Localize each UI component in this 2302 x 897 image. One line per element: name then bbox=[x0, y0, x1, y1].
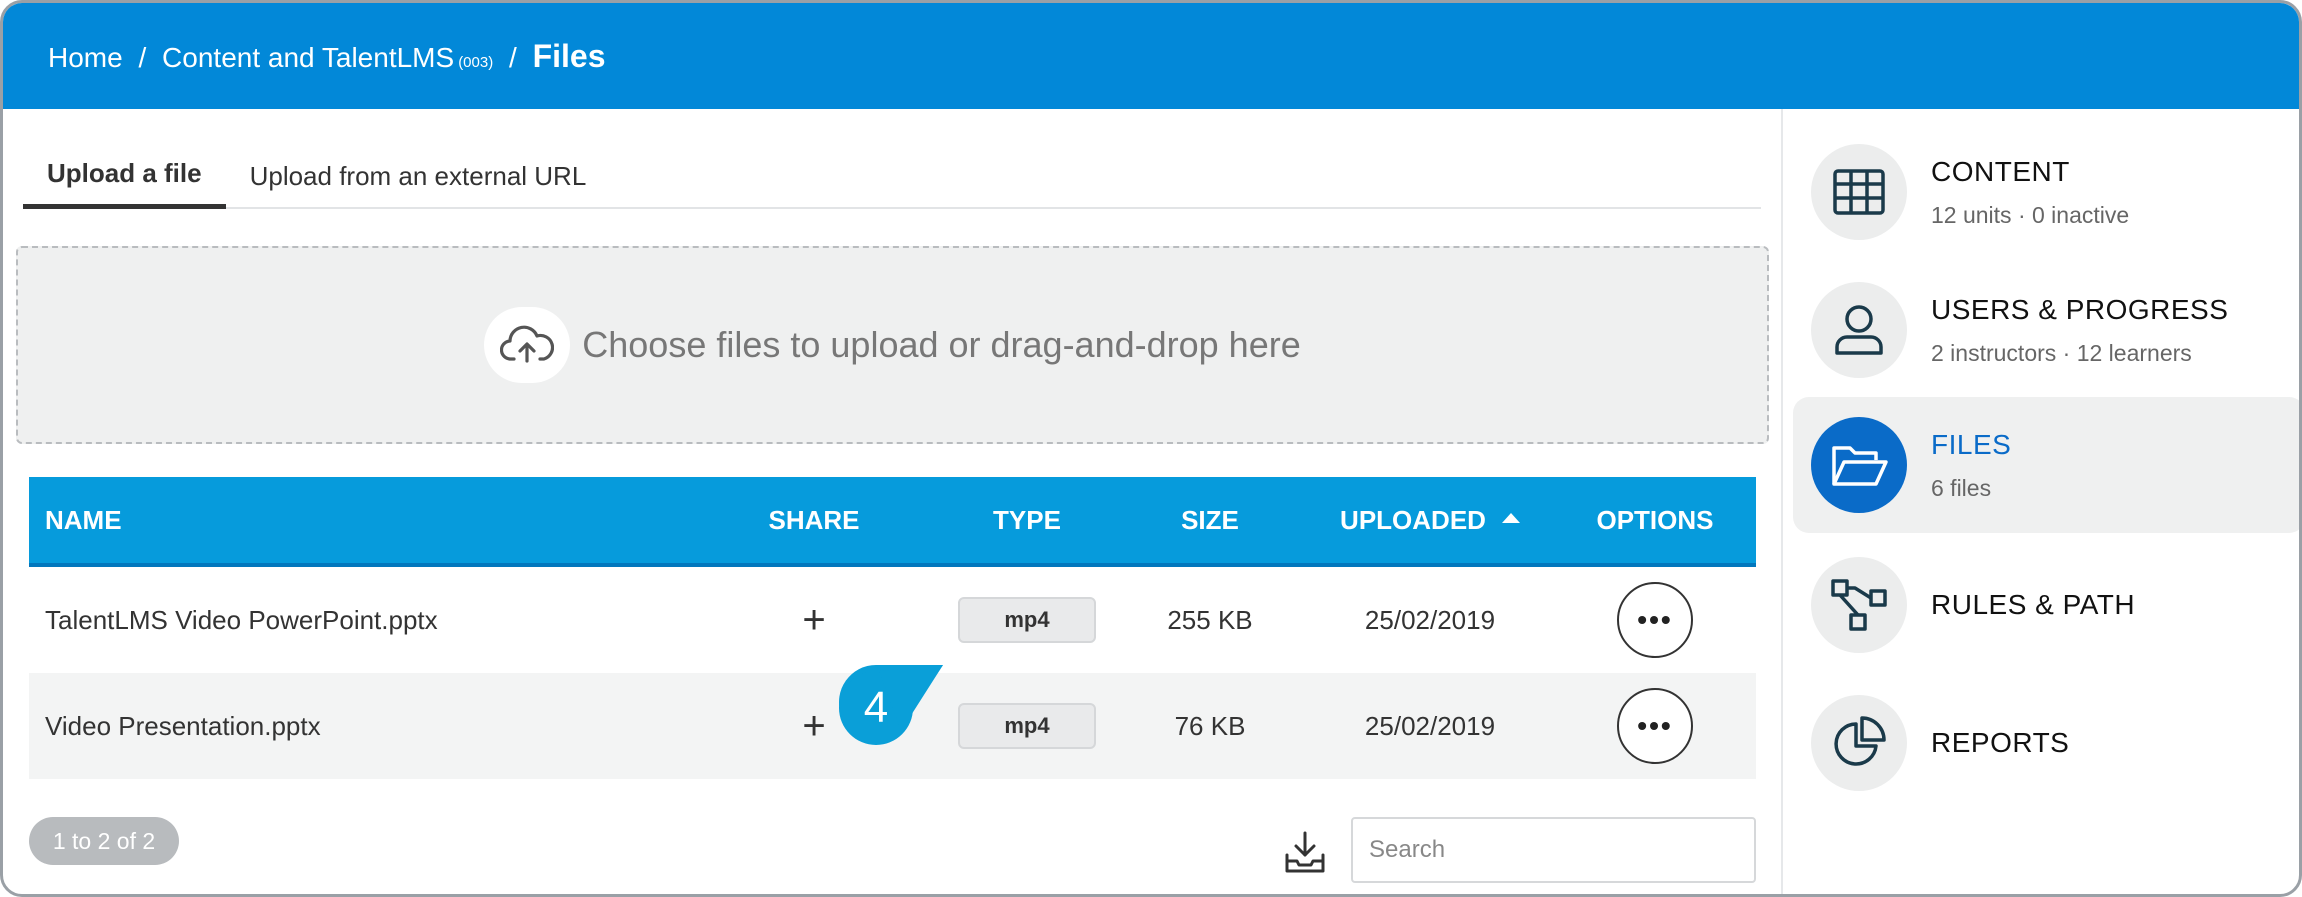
column-header-size[interactable]: SIZE bbox=[1115, 505, 1305, 536]
file-name[interactable]: TalentLMS Video PowerPoint.pptx bbox=[29, 605, 689, 636]
tab-upload-file[interactable]: Upload a file bbox=[23, 143, 226, 209]
callout-number: 4 bbox=[863, 683, 889, 732]
breadcrumb: Home / Content and TalentLMS (003) / File… bbox=[48, 38, 605, 75]
file-size: 255 KB bbox=[1167, 604, 1253, 635]
sidebar-item-reports[interactable]: REPORTS bbox=[1793, 675, 2299, 811]
app-frame: Home / Content and TalentLMS (003) / File… bbox=[0, 0, 2302, 897]
cloud-upload-icon bbox=[484, 307, 571, 383]
sidebar-item-rules-path[interactable]: RULES & PATH bbox=[1793, 537, 2299, 673]
table-row: TalentLMS Video PowerPoint.pptx + mp4 25… bbox=[29, 567, 1756, 673]
sidebar-item-subtitle: 6 files bbox=[1931, 474, 1992, 501]
sidebar-item-subtitle: 12 units · 0 inactive bbox=[1931, 201, 2130, 228]
options-menu-button[interactable]: ••• bbox=[1617, 582, 1693, 658]
file-name[interactable]: Video Presentation.pptx bbox=[29, 711, 689, 742]
user-icon bbox=[1811, 282, 1907, 378]
sidebar-item-title: REPORTS bbox=[1931, 727, 2070, 758]
grid-icon bbox=[1811, 144, 1907, 240]
course-sidebar: CONTENT 12 units · 0 inactive USERS & PR… bbox=[1781, 109, 2299, 894]
pie-chart-icon bbox=[1811, 695, 1907, 791]
breadcrumb-course-code: (003) bbox=[458, 53, 494, 71]
file-uploaded-date: 25/02/2019 bbox=[1364, 710, 1496, 741]
file-type-badge: mp4 bbox=[958, 597, 1096, 643]
column-header-name[interactable]: NAME bbox=[29, 505, 689, 536]
breadcrumb-current: Files bbox=[532, 37, 606, 74]
search-input[interactable] bbox=[1351, 817, 1756, 883]
pagination-badge: 1 to 2 of 2 bbox=[29, 817, 179, 865]
sidebar-item-title: RULES & PATH bbox=[1931, 589, 2136, 620]
sidebar-item-title: USERS & PROGRESS bbox=[1931, 293, 2229, 325]
sort-ascending-icon bbox=[1501, 512, 1520, 523]
column-header-options: OPTIONS bbox=[1596, 504, 1714, 535]
breadcrumb-separator: / bbox=[509, 41, 517, 73]
sidebar-item-title: CONTENT bbox=[1931, 155, 2070, 187]
sidebar-item-files[interactable]: FILES 6 files bbox=[1793, 397, 2299, 533]
sidebar-item-subtitle: 2 instructors · 12 learners bbox=[1931, 339, 2192, 366]
breadcrumb-course-label: Content and TalentLMS bbox=[162, 41, 455, 73]
folder-open-icon bbox=[1811, 417, 1907, 513]
file-uploaded-date: 25/02/2019 bbox=[1364, 604, 1496, 635]
file-type-badge: mp4 bbox=[958, 703, 1096, 749]
column-header-uploaded[interactable]: UPLOADED bbox=[1305, 505, 1555, 536]
breadcrumb-course-link[interactable]: Content and TalentLMS (003) bbox=[162, 42, 493, 73]
upload-tabs: Upload a file Upload from an external UR… bbox=[23, 143, 1761, 209]
table-header: NAME SHARE TYPE SIZE UPLOADED OPTIONS bbox=[29, 477, 1756, 567]
tab-upload-url[interactable]: Upload from an external URL bbox=[226, 143, 611, 209]
options-menu-button[interactable]: ••• bbox=[1617, 688, 1693, 764]
breadcrumb-home-link[interactable]: Home bbox=[48, 42, 123, 73]
sidebar-item-title: FILES bbox=[1931, 428, 2012, 460]
share-plus-button[interactable]: + bbox=[802, 598, 825, 642]
sidebar-item-content[interactable]: CONTENT 12 units · 0 inactive bbox=[1793, 124, 2299, 260]
upload-dropzone[interactable]: Choose files to upload or drag-and-drop … bbox=[16, 246, 1769, 444]
column-header-share[interactable]: SHARE bbox=[689, 505, 939, 536]
breadcrumb-separator: / bbox=[138, 41, 147, 73]
share-plus-button[interactable]: + bbox=[802, 704, 825, 748]
sidebar-item-users-progress[interactable]: USERS & PROGRESS 2 instructors · 12 lear… bbox=[1793, 262, 2299, 398]
download-tray-icon[interactable] bbox=[1281, 831, 1329, 875]
file-size: 76 KB bbox=[1174, 710, 1246, 741]
column-header-uploaded-label: UPLOADED bbox=[1340, 504, 1486, 535]
upload-instructions: Choose files to upload or drag-and-drop … bbox=[582, 324, 1301, 365]
column-header-type[interactable]: TYPE bbox=[939, 505, 1115, 536]
header-bar: Home / Content and TalentLMS (003) / File… bbox=[3, 3, 2299, 109]
flow-icon bbox=[1811, 557, 1907, 653]
